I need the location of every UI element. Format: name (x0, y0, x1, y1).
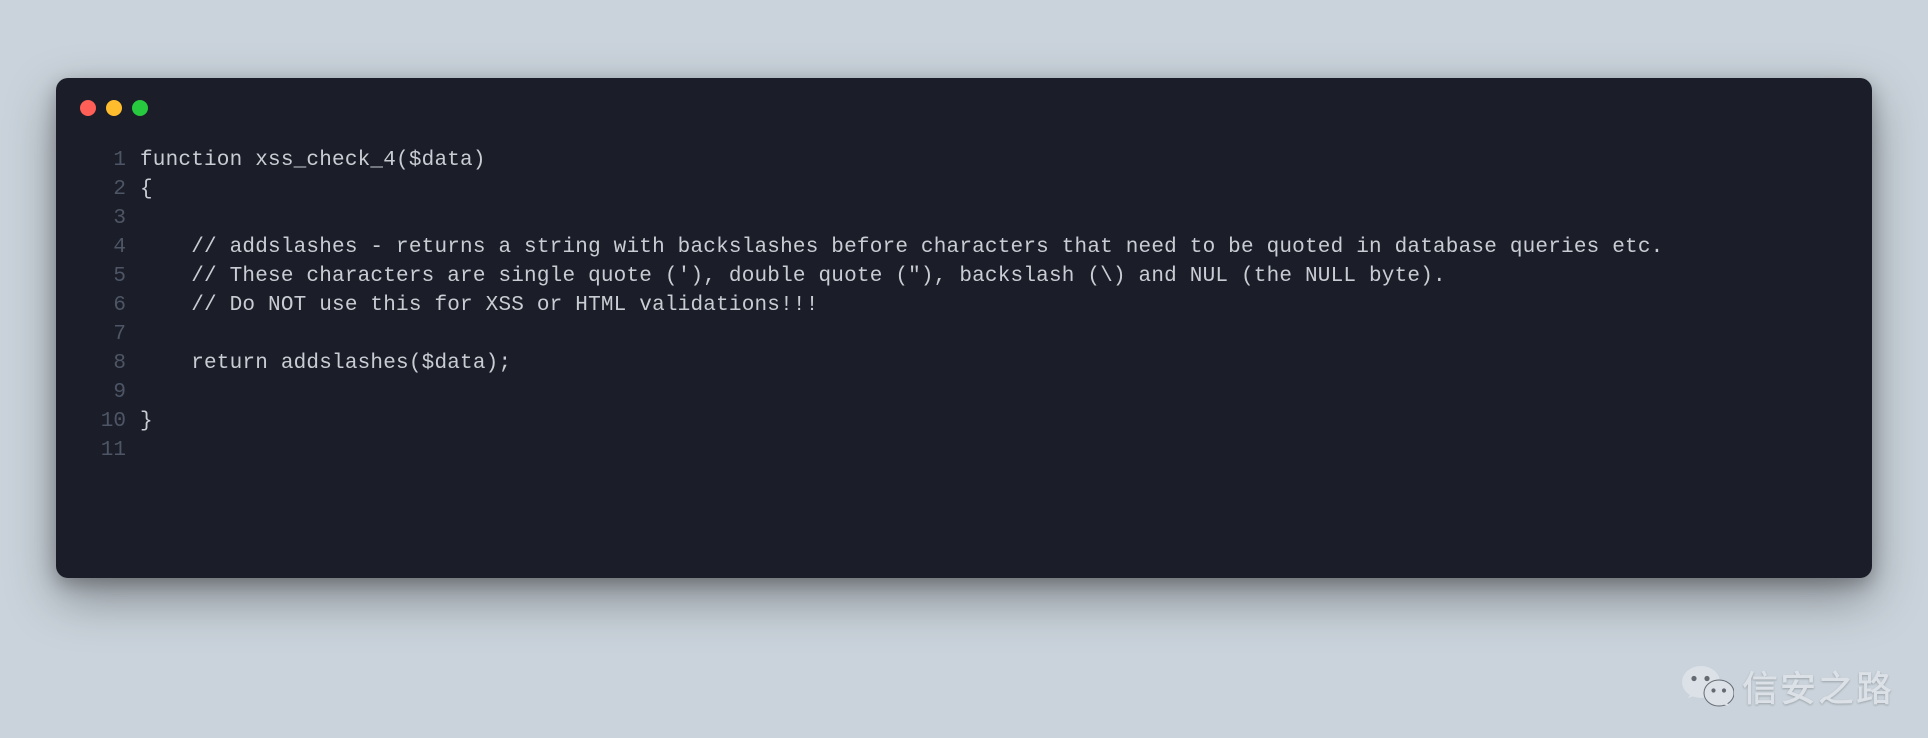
line-number: 5 (84, 262, 140, 291)
code-line: 3 (84, 204, 1844, 233)
line-number: 2 (84, 175, 140, 204)
code-text: { (140, 175, 153, 204)
line-number: 9 (84, 378, 140, 407)
line-number: 1 (84, 146, 140, 175)
code-line: 7 (84, 320, 1844, 349)
minimize-icon[interactable] (106, 100, 122, 116)
code-line: 6 // Do NOT use this for XSS or HTML val… (84, 291, 1844, 320)
line-number: 3 (84, 204, 140, 233)
code-text: return addslashes($data); (140, 349, 511, 378)
code-editor-window: 1function xss_check_4($data) 2{ 3 4 // a… (56, 78, 1872, 578)
code-text: // addslashes - returns a string with ba… (140, 233, 1663, 262)
line-number: 8 (84, 349, 140, 378)
code-text: function xss_check_4($data) (140, 146, 486, 175)
code-line: 4 // addslashes - returns a string with … (84, 233, 1844, 262)
line-number: 7 (84, 320, 140, 349)
close-icon[interactable] (80, 100, 96, 116)
window-controls (56, 100, 1872, 146)
code-line: 8 return addslashes($data); (84, 349, 1844, 378)
wechat-icon (1682, 664, 1734, 708)
line-number: 4 (84, 233, 140, 262)
code-line: 1function xss_check_4($data) (84, 146, 1844, 175)
code-text: // These characters are single quote (')… (140, 262, 1446, 291)
code-area: 1function xss_check_4($data) 2{ 3 4 // a… (56, 146, 1872, 465)
code-line: 9 (84, 378, 1844, 407)
code-text: } (140, 407, 153, 436)
line-number: 6 (84, 291, 140, 320)
line-number: 10 (84, 407, 140, 436)
code-text: // Do NOT use this for XSS or HTML valid… (140, 291, 819, 320)
zoom-icon[interactable] (132, 100, 148, 116)
code-line: 10} (84, 407, 1844, 436)
code-line: 2{ (84, 175, 1844, 204)
code-line: 11 (84, 436, 1844, 465)
line-number: 11 (84, 436, 140, 465)
code-line: 5 // These characters are single quote (… (84, 262, 1844, 291)
watermark-text: 信安之路 (1742, 660, 1894, 712)
watermark: 信安之路 (1682, 660, 1894, 712)
